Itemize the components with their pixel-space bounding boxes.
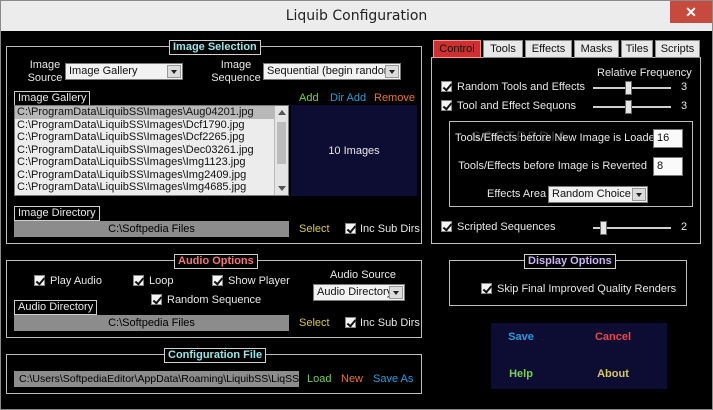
relative-frequency-label: Relative Frequency: [597, 67, 692, 79]
skip-final-label: Skip Final Improved Quality Renders: [497, 283, 677, 295]
before-reverted-input[interactable]: 8: [653, 157, 683, 176]
random-tools-label: Random Tools and Effects: [457, 81, 586, 93]
play-audio-label: Play Audio: [50, 275, 102, 287]
scripted-sequences-slider-thumb[interactable]: [600, 221, 608, 235]
list-item[interactable]: C:\ProgramData\LiquibSS\Images\Dec03261.…: [15, 144, 288, 157]
display-options-legend: Display Options: [524, 254, 616, 269]
save-button[interactable]: Save: [499, 331, 543, 343]
scripted-sequences-checkbox[interactable]: [441, 221, 452, 232]
help-button[interactable]: Help: [499, 368, 543, 380]
window-title: Liquib Configuration: [285, 8, 428, 24]
list-item[interactable]: C:\ProgramData\LiquibSS\Images\Img1123.j…: [15, 156, 288, 169]
image-count: 10 Images: [328, 145, 380, 157]
close-icon[interactable]: ✕: [670, 1, 712, 23]
about-button[interactable]: About: [591, 368, 635, 380]
image-inc-sub-dirs-checkbox[interactable]: [345, 223, 356, 234]
image-directory-label: Image Directory: [14, 206, 100, 221]
tab-tools[interactable]: Tools: [483, 40, 523, 58]
image-source-select[interactable]: Image Gallery: [65, 63, 183, 80]
tool-sequons-checkbox[interactable]: [441, 100, 452, 111]
chevron-down-icon: [389, 286, 403, 299]
random-tools-checkbox[interactable]: [441, 81, 452, 92]
remove-button[interactable]: Remove: [374, 92, 415, 104]
random-sequence-checkbox[interactable]: [151, 294, 162, 305]
before-loaded-label: Tools/Effects before New Image is Loaded: [455, 132, 661, 144]
random-tools-value: 3: [681, 81, 688, 93]
loop-label: Loop: [149, 275, 174, 287]
audio-inc-sub-dirs-checkbox[interactable]: [345, 317, 356, 328]
dir-add-button[interactable]: Dir Add: [330, 92, 366, 104]
tool-sequons-slider-track[interactable]: [593, 106, 671, 108]
image-gallery-list[interactable]: C:\ProgramData\LiquibSS\Images\Aug04201.…: [14, 105, 289, 196]
image-source-value: Image Gallery: [69, 65, 138, 77]
list-item[interactable]: C:\ProgramData\LiquibSS\Images\Aug04201.…: [15, 106, 288, 119]
random-tools-slider-track[interactable]: [593, 87, 671, 89]
before-loaded-input[interactable]: 16: [653, 129, 683, 148]
image-sequence-value: Sequential (begin random): [267, 65, 397, 77]
image-gallery-label: Image Gallery: [14, 91, 91, 106]
image-sequence-label: Image Sequence: [211, 59, 261, 84]
scripted-sequences-label: Scripted Sequences: [457, 221, 556, 233]
show-player-label: Show Player: [228, 275, 290, 287]
list-item[interactable]: C:\ProgramData\LiquibSS\Images\Dcf2265.j…: [15, 131, 288, 144]
audio-directory-label: Audio Directory: [14, 300, 98, 315]
list-item[interactable]: C:\ProgramData\LiquibSS\Images\Img4685.j…: [15, 181, 288, 194]
show-player-checkbox[interactable]: [212, 275, 223, 286]
cancel-button[interactable]: Cancel: [591, 331, 635, 343]
loop-checkbox[interactable]: [133, 275, 144, 286]
chevron-down-icon: [167, 65, 181, 78]
skip-final-checkbox[interactable]: [481, 283, 492, 294]
list-item[interactable]: C:\ProgramData\LiquibSS\Images\Img2409.j…: [15, 169, 288, 182]
image-inc-sub-dirs-label: Inc Sub Dirs: [360, 223, 420, 235]
configuration-file-legend: Configuration File: [164, 348, 267, 363]
scripted-sequences-value: 2: [681, 221, 688, 233]
image-selection-legend: Image Selection: [169, 40, 261, 55]
load-button[interactable]: Load: [307, 373, 331, 385]
tab-masks[interactable]: Masks: [574, 40, 619, 58]
audio-select-button[interactable]: Select: [299, 317, 330, 329]
audio-source-value: Audio Directory: [317, 286, 393, 298]
image-sequence-select[interactable]: Sequential (begin random): [263, 63, 401, 80]
scroll-down-icon[interactable]: [278, 186, 286, 191]
play-audio-checkbox[interactable]: [34, 275, 45, 286]
image-preview: 10 Images: [291, 105, 417, 196]
audio-options-legend: Audio Options: [174, 254, 258, 269]
gallery-scrollbar[interactable]: [274, 106, 288, 195]
audio-directory-field[interactable]: C:\Softpedia Files: [14, 315, 289, 331]
save-as-button[interactable]: Save As: [373, 373, 413, 385]
config-window: Liquib Configuration ✕ Image Selection I…: [0, 0, 713, 410]
tab-control[interactable]: Control: [433, 40, 481, 58]
config-file-path[interactable]: C:\Users\SoftpediaEditor\AppData\Roaming…: [14, 371, 313, 387]
scroll-up-icon[interactable]: [278, 110, 286, 115]
effects-area-select[interactable]: Random Choice: [548, 186, 648, 203]
audio-source-label: Audio Source: [330, 269, 397, 281]
tool-sequons-label: Tool and Effect Sequons: [457, 100, 577, 112]
chevron-down-icon: [385, 65, 399, 78]
add-button[interactable]: Add: [299, 92, 319, 104]
list-item[interactable]: C:\ProgramData\LiquibSS\Images\Dcf1790.j…: [15, 119, 288, 132]
new-button[interactable]: New: [341, 373, 363, 385]
effects-area-value: Random Choice: [552, 188, 631, 200]
tab-scripts[interactable]: Scripts: [655, 40, 700, 58]
before-reverted-label: Tools/Effects before Image is Reverted: [458, 160, 647, 172]
random-tools-slider-thumb[interactable]: [624, 81, 632, 95]
tool-sequons-value: 3: [681, 100, 688, 112]
audio-inc-sub-dirs-label: Inc Sub Dirs: [360, 317, 420, 329]
random-sequence-label: Random Sequence: [167, 294, 262, 306]
tab-effects[interactable]: Effects: [525, 40, 572, 58]
tool-sequons-slider-thumb[interactable]: [624, 100, 632, 114]
image-select-button[interactable]: Select: [299, 223, 330, 235]
image-directory-field[interactable]: C:\Softpedia Files: [14, 221, 289, 237]
title-bar: Liquib Configuration ✕: [1, 1, 712, 31]
effects-area-label: Effects Area: [487, 188, 547, 200]
action-buttons: Save Cancel Help About: [491, 323, 667, 389]
audio-source-select[interactable]: Audio Directory: [313, 284, 405, 301]
scroll-thumb[interactable]: [277, 122, 286, 164]
image-source-label: Image Source: [27, 59, 63, 84]
chevron-down-icon: [632, 188, 646, 201]
tab-tiles[interactable]: Tiles: [621, 40, 653, 58]
